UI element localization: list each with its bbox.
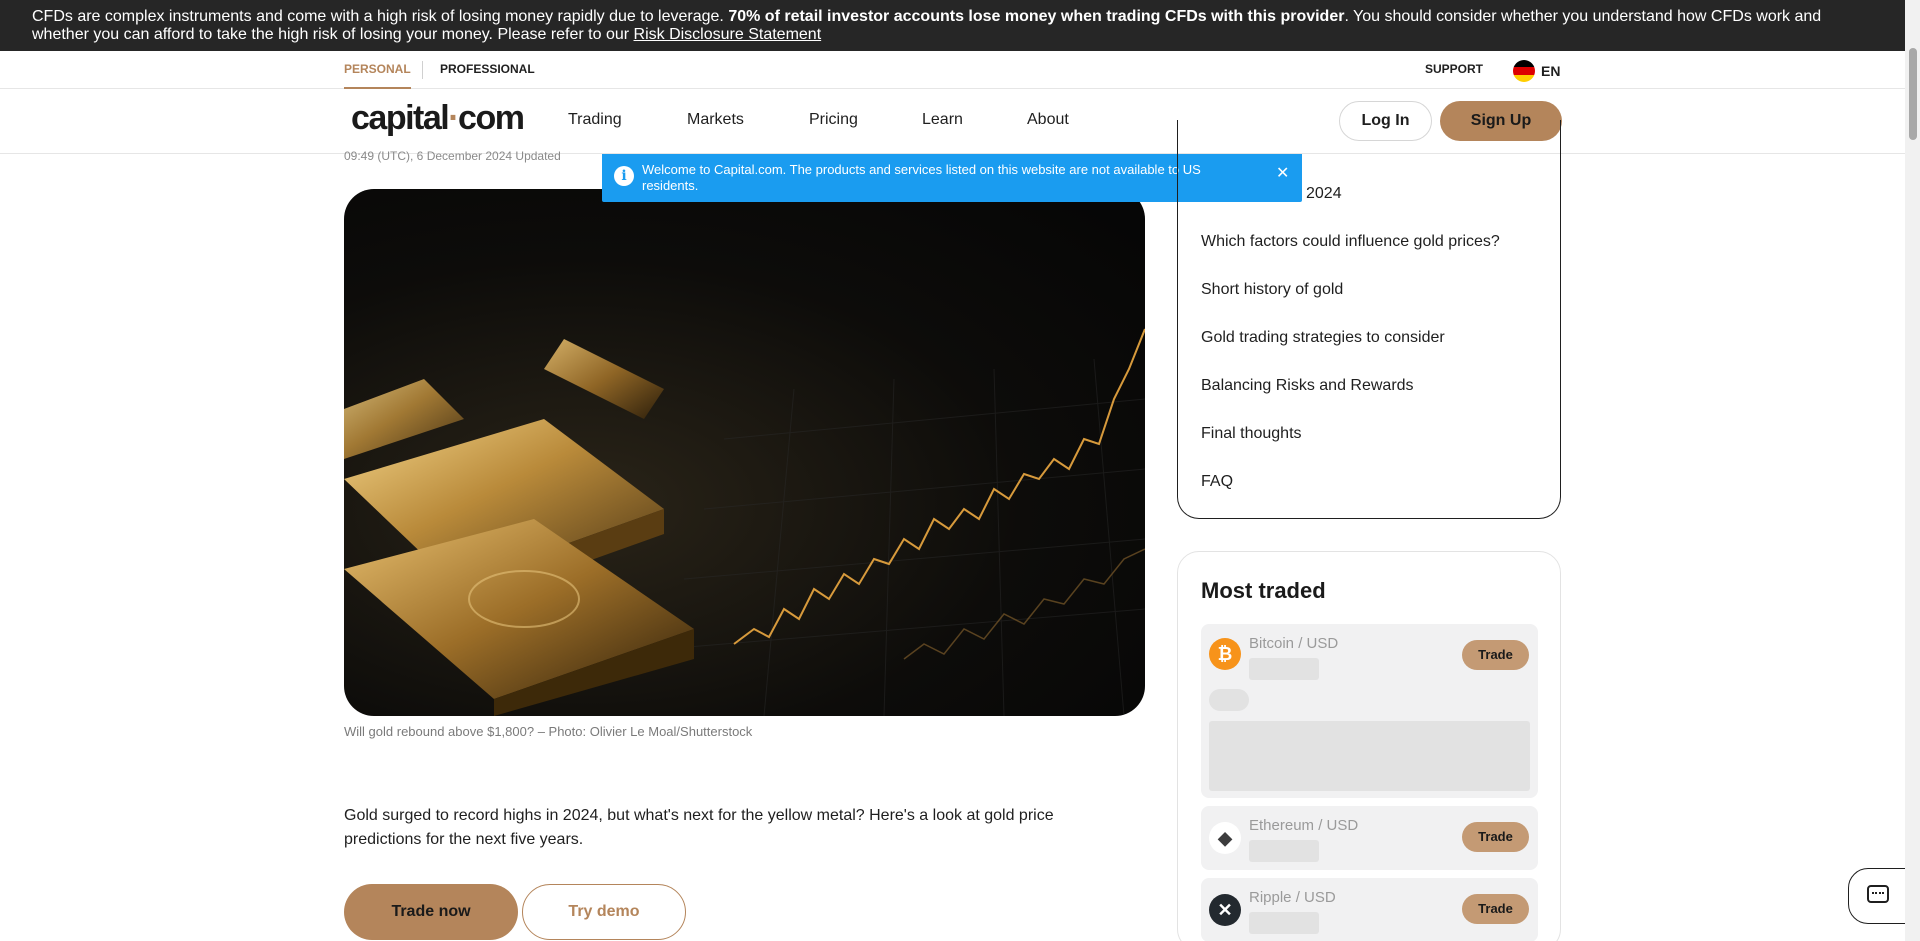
chat-widget-button[interactable]	[1848, 868, 1908, 924]
market-pair: Ethereum / USD	[1249, 817, 1359, 834]
nav-markets[interactable]: Markets	[687, 111, 744, 129]
nav-trading[interactable]: Trading	[568, 111, 622, 129]
subnav-divider	[422, 61, 423, 79]
market-card-bitcoin[interactable]: ₿ Bitcoin / USD Trade	[1201, 624, 1538, 798]
trade-button[interactable]: Trade	[1462, 894, 1529, 924]
support-link[interactable]: SUPPORT	[1425, 62, 1483, 76]
logo-dot: ·	[448, 99, 459, 137]
market-card-ripple[interactable]: ✕ Ripple / USD Trade	[1201, 878, 1538, 941]
toc-item-2024[interactable]: 2024	[1306, 185, 1342, 203]
gold-chart-illustration	[344, 328, 1145, 716]
risk-disclosure-banner: CFDs are complex instruments and come wi…	[0, 0, 1905, 51]
price-loading-placeholder	[1249, 658, 1319, 680]
trade-now-button[interactable]: Trade now	[344, 884, 518, 940]
germany-flag-icon[interactable]	[1513, 60, 1535, 82]
price-loading-placeholder	[1249, 912, 1319, 934]
nav-about[interactable]: About	[1027, 111, 1069, 129]
toc-item-faq[interactable]: FAQ	[1201, 473, 1233, 491]
market-pair: Ripple / USD	[1249, 889, 1336, 906]
chat-bubble-icon	[1867, 885, 1889, 903]
most-traded-title: Most traded	[1201, 578, 1326, 603]
change-loading-placeholder	[1209, 689, 1249, 711]
nav-learn[interactable]: Learn	[922, 111, 963, 129]
gold-bars-hero-image	[344, 189, 1145, 716]
toc-item-final-thoughts[interactable]: Final thoughts	[1201, 425, 1302, 443]
risk-disclosure-link[interactable]: Risk Disclosure Statement	[634, 26, 822, 43]
capital-com-logo[interactable]: capital·com	[351, 99, 525, 138]
try-demo-button[interactable]: Try demo	[522, 884, 686, 940]
market-card-ethereum[interactable]: ◆ Ethereum / USD Trade	[1201, 806, 1538, 870]
page: CFDs are complex instruments and come wi…	[0, 0, 1920, 941]
main-header: capital·com Trading Markets Pricing Lear…	[0, 89, 1905, 154]
toc-item-strategies[interactable]: Gold trading strategies to consider	[1201, 329, 1445, 347]
ethereum-icon: ◆	[1209, 822, 1241, 854]
most-traded-panel: Most traded ₿ Bitcoin / USD Trade ◆ Ethe…	[1177, 551, 1561, 941]
info-icon: i	[614, 166, 634, 186]
image-caption: Will gold rebound above $1,800? – Photo:…	[344, 724, 753, 739]
toc-item-risks[interactable]: Balancing Risks and Rewards	[1201, 377, 1414, 395]
price-loading-placeholder	[1249, 840, 1319, 862]
audience-subnav: PERSONAL PROFESSIONAL SUPPORT EN	[0, 51, 1905, 89]
logo-text-left: capital	[351, 99, 450, 137]
ripple-icon: ✕	[1209, 894, 1241, 926]
chart-loading-placeholder	[1209, 721, 1530, 791]
trade-button[interactable]: Trade	[1462, 822, 1529, 852]
bitcoin-icon: ₿	[1209, 638, 1241, 670]
tab-professional[interactable]: PROFESSIONAL	[440, 62, 535, 76]
risk-text-before: CFDs are complex instruments and come wi…	[32, 8, 729, 25]
table-of-contents: 2024 Which factors could influence gold …	[1177, 120, 1561, 519]
logo-text-right: com	[458, 99, 525, 137]
article-timestamp: 09:49 (UTC), 6 December 2024 Updated	[344, 149, 561, 163]
scrollbar-thumb[interactable]	[1909, 48, 1917, 140]
page-scrollbar[interactable]	[1905, 0, 1920, 941]
market-pair: Bitcoin / USD	[1249, 635, 1339, 652]
notice-text: Welcome to Capital.com. The products and…	[642, 162, 1201, 193]
toc-item-history[interactable]: Short history of gold	[1201, 281, 1343, 299]
risk-text-bold: 70% of retail investor accounts lose mon…	[728, 8, 1345, 25]
nav-pricing[interactable]: Pricing	[809, 111, 858, 129]
article-intro: Gold surged to record highs in 2024, but…	[344, 807, 1054, 848]
trade-button[interactable]: Trade	[1462, 640, 1529, 670]
language-selector[interactable]: EN	[1541, 63, 1560, 79]
tab-personal[interactable]: PERSONAL	[344, 51, 411, 89]
toc-item-factors[interactable]: Which factors could influence gold price…	[1201, 233, 1500, 251]
